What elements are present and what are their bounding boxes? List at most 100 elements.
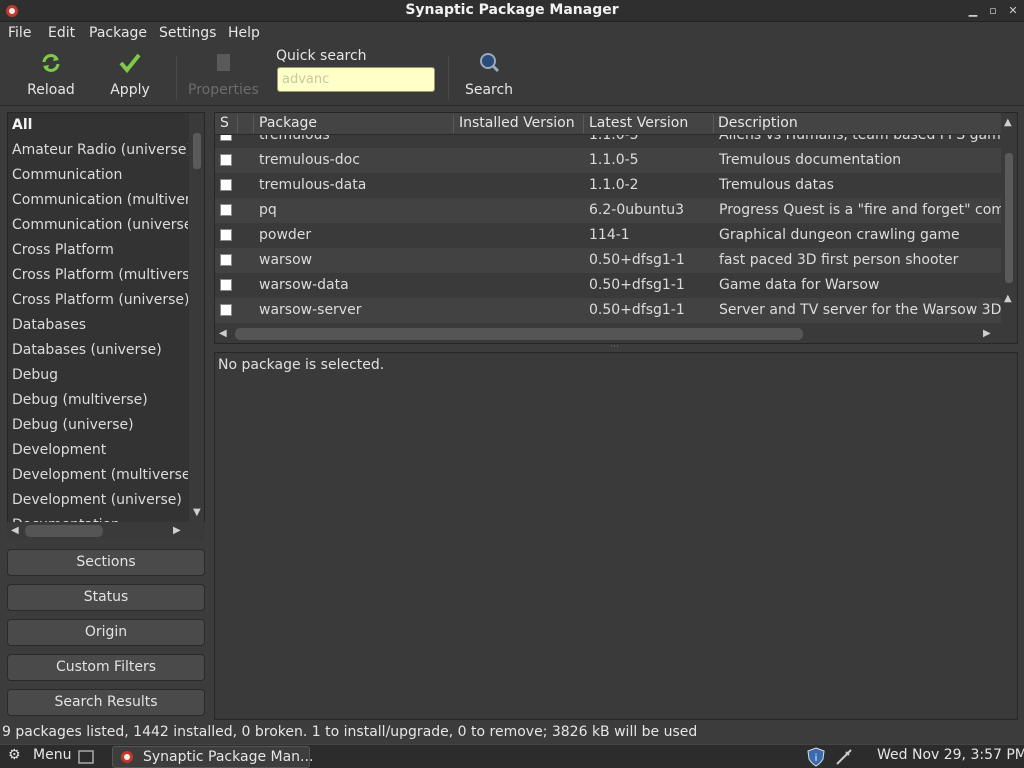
menu-package[interactable]: Package — [89, 25, 147, 41]
package-list[interactable]: S Package Installed Version Latest Versi… — [214, 112, 1018, 344]
scroll-thumb[interactable] — [1005, 153, 1013, 283]
column-separator — [237, 115, 238, 133]
menu-bar: File Edit Package Settings Help — [0, 22, 1024, 46]
package-horizontal-scrollbar[interactable]: ◀ ▶ — [215, 325, 1001, 343]
scroll-up-icon[interactable]: ▲ — [1004, 293, 1012, 304]
package-row[interactable]: warsow-data 0.50+dfsg1-1 Game data for W… — [215, 273, 1001, 298]
apply-button[interactable]: Apply — [104, 50, 156, 98]
close-icon[interactable]: ✕ — [1006, 4, 1020, 18]
scroll-thumb[interactable] — [193, 133, 201, 169]
gear-icon: ⚙ — [8, 747, 21, 763]
package-name: warsow-server — [259, 302, 362, 318]
latest-version: 6.2-0ubuntu3 — [589, 202, 684, 218]
package-row[interactable]: tremulous-doc 1.1.0-5 Tremulous document… — [215, 148, 1001, 173]
section-item[interactable]: Debug — [8, 363, 188, 388]
package-checkbox[interactable] — [220, 204, 232, 216]
menu-help[interactable]: Help — [228, 25, 260, 41]
scroll-left-icon[interactable]: ◀ — [11, 525, 19, 536]
scroll-thumb[interactable] — [235, 328, 803, 340]
scroll-right-icon[interactable]: ▶ — [983, 328, 991, 339]
package-name: tremulous-data — [259, 177, 367, 193]
scroll-thumb[interactable] — [25, 525, 103, 537]
section-item[interactable]: Communication (multivers — [8, 188, 188, 213]
column-installed-version[interactable]: Installed Version — [459, 115, 575, 131]
package-checkbox[interactable] — [220, 179, 232, 191]
section-item[interactable]: Debug (multiverse) — [8, 388, 188, 413]
package-checkbox[interactable] — [220, 254, 232, 266]
status-filter-button[interactable]: Status — [7, 584, 205, 611]
maximize-icon[interactable]: ▫ — [986, 4, 1000, 18]
package-name: warsow — [259, 252, 313, 268]
section-item[interactable]: Development (universe) — [8, 488, 188, 513]
section-item[interactable]: Cross Platform (multiverse — [8, 263, 188, 288]
package-checkbox[interactable] — [220, 229, 232, 241]
package-row[interactable]: powder 114-1 Graphical dungeon crawling … — [215, 223, 1001, 248]
package-description: Graphical dungeon crawling game — [719, 227, 960, 243]
section-item-all[interactable]: All — [8, 113, 188, 138]
section-item[interactable]: Cross Platform (universe) — [8, 288, 188, 313]
package-row[interactable]: warsow 0.50+dfsg1-1 fast paced 3D first … — [215, 248, 1001, 273]
package-name: tremulous — [259, 135, 330, 143]
scroll-up-icon[interactable]: ▲ — [1004, 117, 1012, 128]
minimize-icon[interactable]: ▁ — [966, 4, 980, 18]
package-checkbox[interactable] — [220, 135, 232, 141]
pane-resize-handle[interactable]: ⋯ — [214, 342, 1018, 352]
package-description: Game data for Warsow — [719, 277, 880, 293]
column-separator — [253, 115, 254, 133]
package-row[interactable]: tremulous 1.1.0-5 Aliens vs Humans, team… — [215, 135, 1001, 148]
package-checkbox[interactable] — [220, 279, 232, 291]
section-item[interactable]: Databases (universe) — [8, 338, 188, 363]
menu-edit[interactable]: Edit — [48, 25, 75, 41]
latest-version: 1.1.0-5 — [589, 135, 639, 143]
scroll-down-icon[interactable]: ▼ — [193, 507, 201, 518]
latest-version: 114-1 — [589, 227, 630, 243]
status-text: 9 packages listed, 1442 installed, 0 bro… — [2, 724, 698, 740]
search-results-button[interactable]: Search Results — [7, 689, 205, 716]
section-item[interactable]: Communication (universe) — [8, 213, 188, 238]
start-menu-button[interactable]: ⚙ Menu — [8, 747, 71, 763]
sections-filter-button[interactable]: Sections — [7, 549, 205, 576]
taskbar-synaptic-task[interactable]: Synaptic Package Man... — [112, 746, 313, 768]
properties-label: Properties — [188, 82, 259, 98]
sections-list[interactable]: All Amateur Radio (universe) Communicati… — [7, 112, 205, 524]
section-item[interactable]: Communication — [8, 163, 188, 188]
column-package[interactable]: Package — [259, 115, 317, 131]
origin-filter-button[interactable]: Origin — [7, 619, 205, 646]
section-item[interactable]: Development (multiverse) — [8, 463, 188, 488]
clock[interactable]: Wed Nov 29, 3:57 PM — [877, 747, 1024, 763]
toolbar: Reload Apply Properties Quick search Sea… — [0, 46, 1024, 106]
column-separator — [453, 115, 454, 133]
custom-filters-button[interactable]: Custom Filters — [7, 654, 205, 681]
scroll-right-icon[interactable]: ▶ — [173, 525, 181, 536]
section-item[interactable]: Development — [8, 438, 188, 463]
section-item[interactable]: Databases — [8, 313, 188, 338]
package-description: Server and TV server for the Warsow 3D f… — [719, 302, 1001, 318]
package-row[interactable]: pq 6.2-0ubuntu3 Progress Quest is a "fir… — [215, 198, 1001, 223]
show-desktop-icon[interactable] — [78, 749, 94, 765]
section-item[interactable]: Amateur Radio (universe) — [8, 138, 188, 163]
package-row[interactable]: warsow-server 0.50+dfsg1-1 Server and TV… — [215, 298, 1001, 323]
quick-search-input[interactable] — [277, 67, 435, 92]
package-rows: tremulous 1.1.0-5 Aliens vs Humans, team… — [215, 135, 1001, 325]
section-item[interactable]: Cross Platform — [8, 238, 188, 263]
column-status[interactable]: S — [220, 115, 229, 131]
package-description: Tremulous documentation — [719, 152, 902, 168]
menu-settings[interactable]: Settings — [159, 25, 216, 41]
column-description[interactable]: Description — [718, 115, 798, 131]
package-checkbox[interactable] — [220, 154, 232, 166]
column-latest-version[interactable]: Latest Version — [589, 115, 688, 131]
sections-vertical-scrollbar[interactable]: ▼ — [189, 113, 204, 523]
package-row[interactable]: tremulous-data 1.1.0-2 Tremulous datas — [215, 173, 1001, 198]
network-icon[interactable] — [834, 747, 854, 767]
search-button[interactable]: Search — [464, 50, 514, 98]
section-item[interactable]: Debug (universe) — [8, 413, 188, 438]
properties-button[interactable]: Properties — [188, 50, 259, 98]
menu-file[interactable]: File — [8, 25, 31, 41]
menu-label: Menu — [33, 747, 72, 763]
package-vertical-scrollbar[interactable]: ▲ ▲ — [1001, 113, 1017, 323]
package-checkbox[interactable] — [220, 304, 232, 316]
reload-button[interactable]: Reload — [22, 50, 80, 98]
scroll-left-icon[interactable]: ◀ — [219, 328, 227, 339]
sections-horizontal-scrollbar[interactable]: ◀ ▶ — [7, 522, 205, 540]
shield-icon[interactable]: i — [806, 747, 826, 767]
